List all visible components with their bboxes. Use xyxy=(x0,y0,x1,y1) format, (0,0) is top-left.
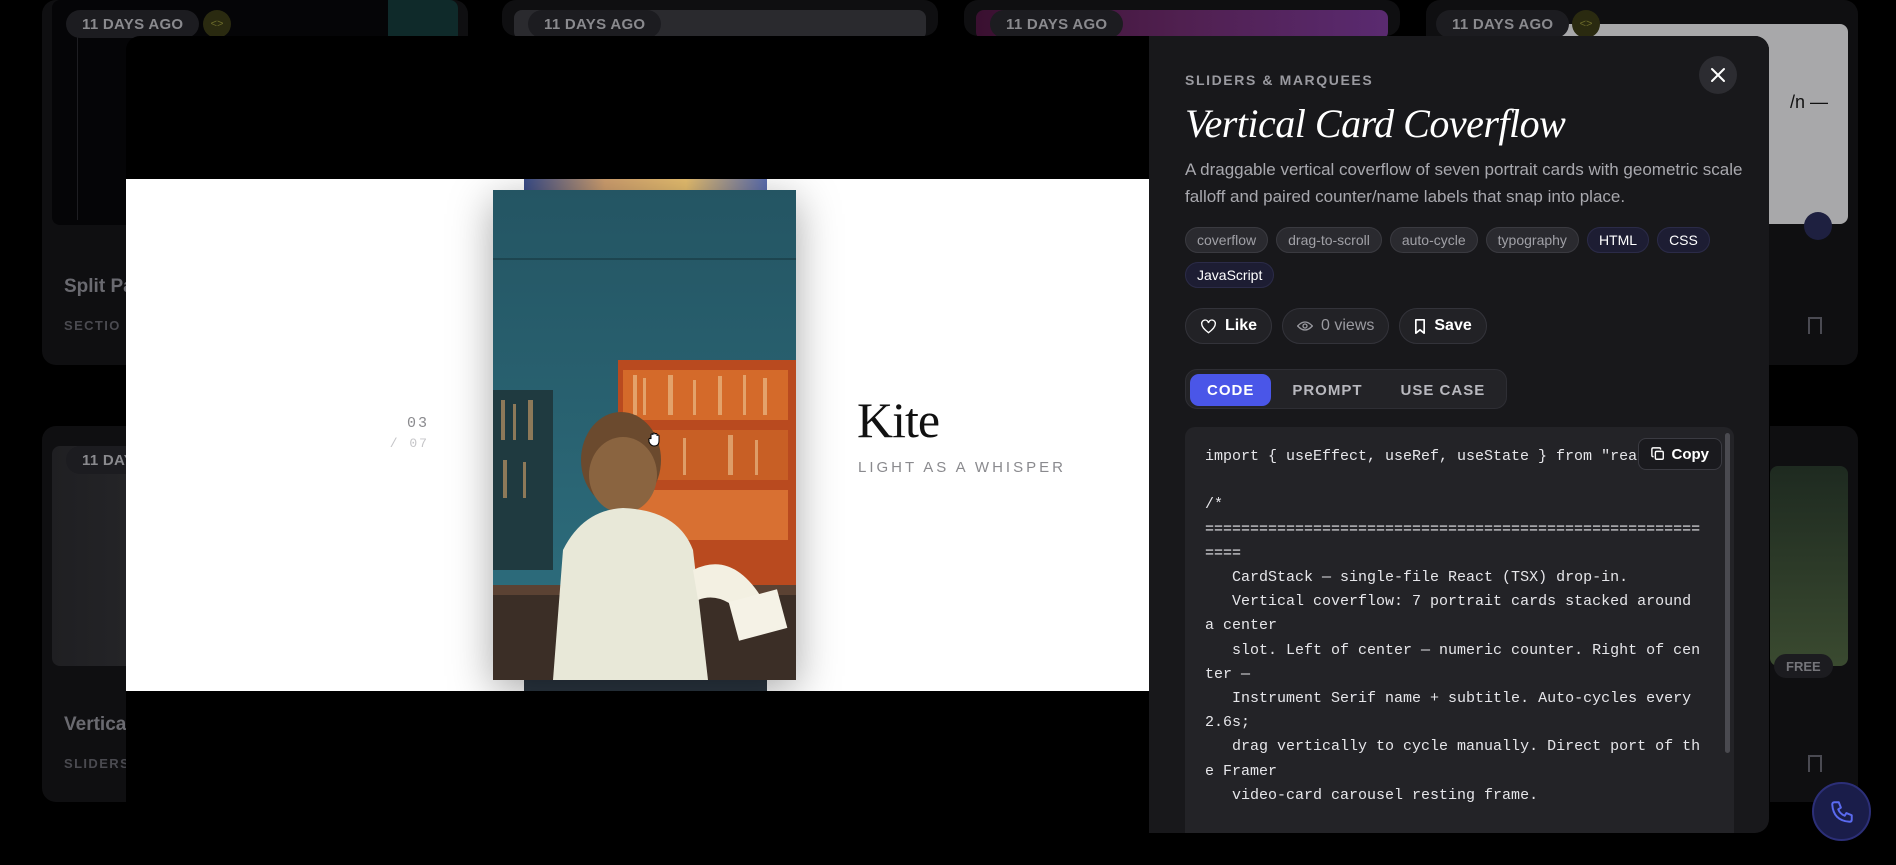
card-title: Vertica xyxy=(64,714,127,735)
code-content: import { useEffect, useRef, useState } f… xyxy=(1205,448,1701,804)
card-subtitle: LIGHT AS A WHISPER xyxy=(858,459,1066,476)
card-thumbnail xyxy=(1770,466,1848,666)
tag-auto-cycle[interactable]: auto-cycle xyxy=(1389,227,1478,253)
age-badge: 11 DAYS AGO xyxy=(990,10,1124,36)
close-button[interactable] xyxy=(1699,56,1737,94)
phone-icon xyxy=(1830,800,1853,823)
age-badge: 11 DAYS AGO xyxy=(528,10,662,36)
bookmark-icon xyxy=(1415,318,1426,334)
phone-fab-button[interactable] xyxy=(1812,782,1871,841)
card-name: Kite xyxy=(857,392,940,448)
tab-prompt[interactable]: PROMPT xyxy=(1275,374,1379,406)
component-category: SLIDERS & MARQUEES xyxy=(1185,72,1374,88)
like-button[interactable]: Like xyxy=(1185,308,1273,344)
code-scrollbar[interactable] xyxy=(1725,433,1730,753)
slide-counter: 03 xyxy=(406,415,429,432)
copy-icon xyxy=(1650,447,1664,460)
slide-total: / 07 xyxy=(389,436,429,451)
tag-drag-to-scroll[interactable]: drag-to-scroll xyxy=(1276,227,1382,253)
tab-use-case[interactable]: USE CASE xyxy=(1384,374,1503,406)
lang-tag-html[interactable]: HTML xyxy=(1586,227,1650,253)
live-preview[interactable]: 03 / 07 Kite LIGHT AS A WHISPER xyxy=(126,179,1149,691)
heart-icon xyxy=(1201,318,1216,333)
close-icon xyxy=(1711,68,1725,82)
lang-tag-javascript[interactable]: JavaScript xyxy=(1185,262,1275,288)
age-badge: 11 DAYS AGO xyxy=(1436,10,1570,38)
free-badge: FREE xyxy=(1774,654,1833,678)
lock-icon xyxy=(1804,212,1832,240)
bookmark-icon[interactable] xyxy=(1808,317,1822,334)
component-description: A draggable vertical coverflow of seven … xyxy=(1185,160,1743,206)
lang-tag-css[interactable]: CSS xyxy=(1657,227,1710,253)
tag-coverflow[interactable]: coverflow xyxy=(1185,227,1269,253)
views-label: 0 views xyxy=(1321,317,1375,334)
component-modal: 03 / 07 Kite LIGHT AS A WHISPER SLIDERS … xyxy=(126,36,1769,833)
tag-list: coverflow drag-to-scroll auto-cycle typo… xyxy=(1185,227,1745,288)
action-bar: Like 0 views Save xyxy=(1185,308,1487,344)
code-icon: <> xyxy=(1572,10,1600,38)
component-title: Vertical Card Coverflow xyxy=(1185,101,1566,146)
age-badge: 11 DAYS AGO xyxy=(66,10,200,38)
gallery-card[interactable]: 11 DAYS AGO xyxy=(502,0,938,36)
thumb-text: /n — xyxy=(1789,92,1828,112)
grab-cursor-icon xyxy=(648,431,662,447)
code-icon: <> xyxy=(203,10,231,38)
views-counter: 0 views xyxy=(1282,308,1390,344)
card-category: SLIDERS xyxy=(64,756,131,771)
eye-icon xyxy=(1297,321,1314,331)
center-card-image[interactable] xyxy=(493,190,796,680)
copy-label: Copy xyxy=(1671,445,1710,463)
code-viewer[interactable]: import { useEffect, useRef, useState } f… xyxy=(1185,427,1734,833)
card-category: SECTIO xyxy=(64,318,121,333)
save-label: Save xyxy=(1434,317,1472,334)
gallery-card[interactable]: FREE xyxy=(1770,426,1858,802)
gallery-card[interactable]: 11 DAYS AGO xyxy=(964,0,1400,36)
like-label: Like xyxy=(1225,317,1258,334)
card-title: Split Pa xyxy=(64,276,134,297)
tag-typography[interactable]: typography xyxy=(1485,227,1579,253)
copy-button[interactable]: Copy xyxy=(1637,438,1722,470)
details-panel: SLIDERS & MARQUEES Vertical Card Coverfl… xyxy=(1149,36,1769,833)
tab-code[interactable]: CODE xyxy=(1190,374,1272,406)
content-tabs: CODE PROMPT USE CASE xyxy=(1185,369,1508,409)
save-button[interactable]: Save xyxy=(1399,308,1487,344)
bookmark-icon[interactable] xyxy=(1808,755,1822,772)
